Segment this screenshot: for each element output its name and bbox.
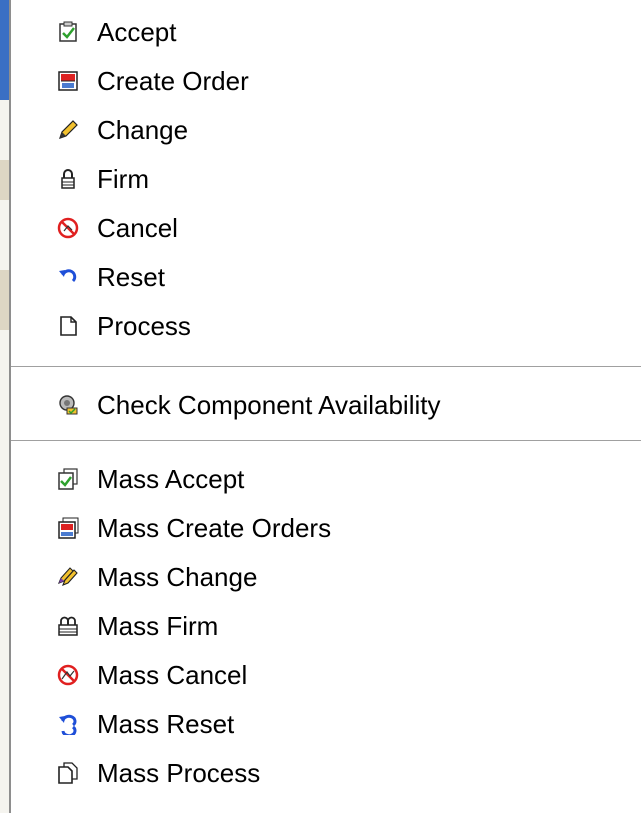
menu-item-reset[interactable]: Reset [11, 253, 641, 301]
menu-item-label: Mass Firm [97, 611, 219, 641]
menu-item-label: Mass Cancel [97, 660, 248, 690]
checklist-accept-icon [57, 21, 79, 43]
background-window-edge [0, 0, 9, 813]
background-titlebar [0, 0, 9, 100]
menu-item-mass-change[interactable]: Mass Change [11, 553, 641, 601]
undo-arrow-icon [57, 266, 79, 288]
menu-item-label: Accept [97, 17, 177, 47]
mass-accept-icon [57, 468, 79, 490]
menu-item-label: Create Order [97, 66, 249, 96]
pencil-icon [57, 119, 79, 141]
menu-item-label: Mass Accept [97, 464, 245, 494]
menu-separator [11, 366, 641, 368]
menu-item-mass-firm[interactable]: Mass Firm [11, 602, 641, 650]
component-availability-icon [57, 394, 79, 416]
menu-item-label: Process [97, 311, 191, 341]
menu-item-check-component-availability[interactable]: Check Component Availability [11, 381, 641, 429]
menu-item-mass-accept[interactable]: Mass Accept [11, 455, 641, 503]
menu-item-create-order[interactable]: Create Order [11, 57, 641, 105]
document-icon [57, 315, 79, 337]
menu-item-mass-cancel[interactable]: Mass Cancel [11, 651, 641, 699]
menu-item-label: Cancel [97, 213, 178, 243]
mass-undo-arrow-icon [57, 713, 79, 735]
menu-item-label: Mass Create Orders [97, 513, 332, 543]
menu-item-mass-reset[interactable]: Mass Reset [11, 700, 641, 748]
cancel-icon [57, 217, 79, 239]
create-order-icon [57, 70, 79, 92]
menu-item-label: Mass Process [97, 758, 261, 788]
menu-item-firm[interactable]: Firm [11, 155, 641, 203]
background-panel [0, 270, 9, 330]
menu-item-label: Mass Reset [97, 709, 235, 739]
mass-document-icon [57, 762, 79, 784]
mass-lock-icon [57, 615, 79, 637]
menu-item-cancel[interactable]: Cancel [11, 204, 641, 252]
mass-create-orders-icon [57, 517, 79, 539]
menu-separator [11, 440, 641, 442]
lock-icon [57, 168, 79, 190]
menu-item-label: Mass Change [97, 562, 258, 592]
mass-pencil-icon [57, 566, 79, 588]
menu-item-mass-create-orders[interactable]: Mass Create Orders [11, 504, 641, 552]
background-panel [0, 160, 9, 200]
menu-item-process[interactable]: Process [11, 302, 641, 350]
mass-cancel-icon [57, 664, 79, 686]
menu-item-accept[interactable]: Accept [11, 8, 641, 56]
menu-item-label: Change [97, 115, 189, 145]
menu-item-label: Check Component Availability [97, 390, 441, 420]
context-menu: Accept Create Order Change Firm Cancel R… [9, 0, 641, 813]
menu-item-label: Firm [97, 164, 149, 194]
menu-item-mass-process[interactable]: Mass Process [11, 749, 641, 797]
menu-item-label: Reset [97, 262, 165, 292]
menu-item-change[interactable]: Change [11, 106, 641, 154]
